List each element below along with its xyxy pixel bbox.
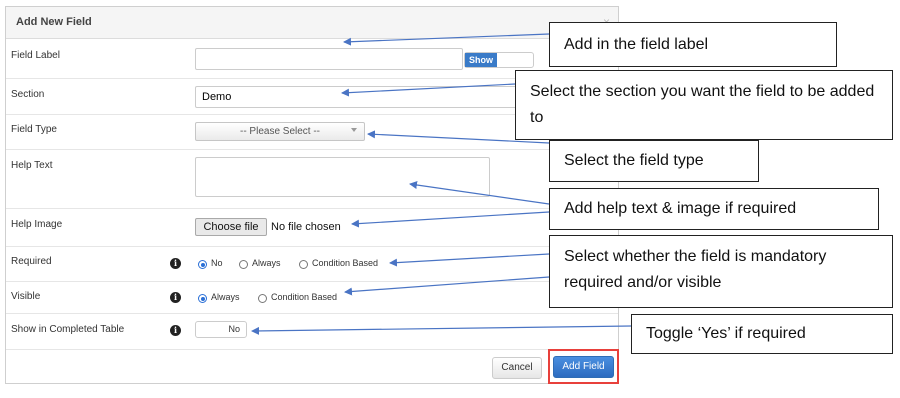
arrow-field-label [343,33,550,46]
arrow-help-text [409,181,550,205]
arrow-help-image [351,211,550,228]
callout-field-label: Add in the field label [549,22,837,67]
callout-help: Add help text & image if required [549,188,879,230]
callout-required-visible: Select whether the field is mandatory re… [549,235,893,308]
arrow-section [341,83,516,97]
callout-toggle: Toggle ‘Yes’ if required [631,314,893,354]
arrow-visible [344,276,550,296]
arrow-required [389,253,550,267]
callout-field-type: Select the field type [549,140,759,182]
arrow-toggle [251,325,632,335]
callout-section: Select the section you want the field to… [515,70,893,140]
